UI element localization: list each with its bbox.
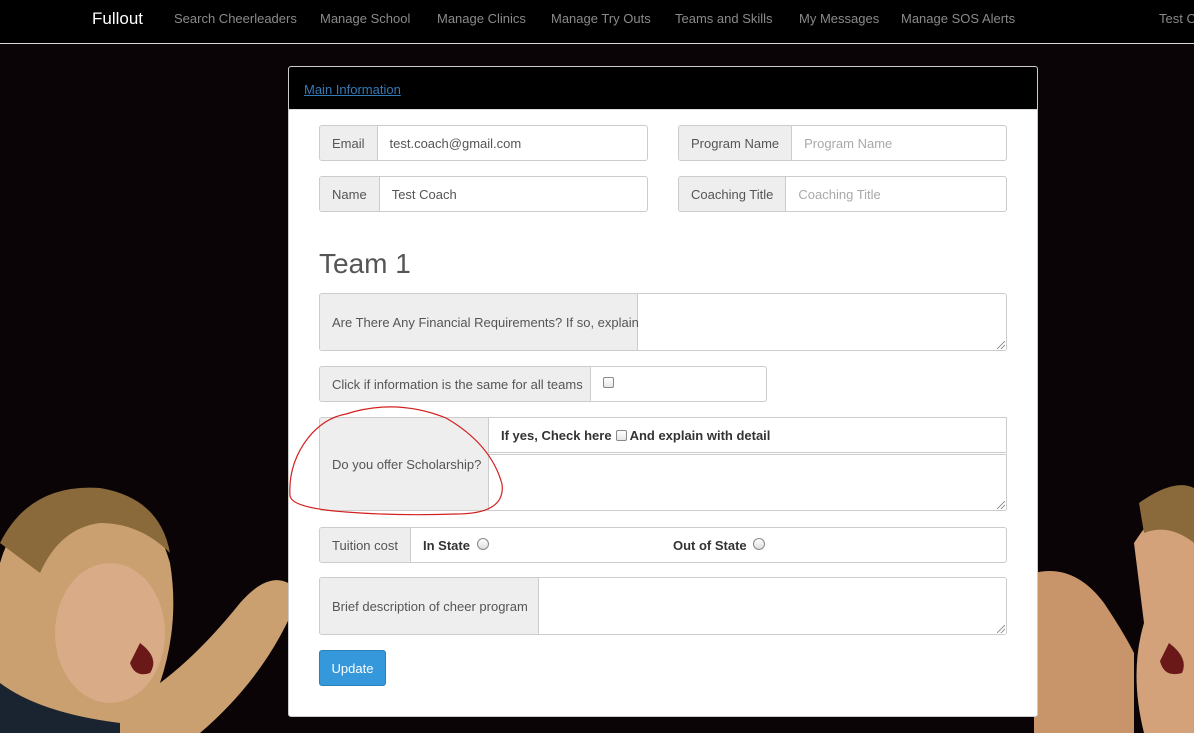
tuition-label: Tuition cost	[320, 528, 411, 562]
name-label: Name	[320, 177, 380, 211]
same-info-group: Click if information is the same for all…	[319, 366, 767, 402]
program-name-input[interactable]: Program Name	[792, 126, 1006, 160]
same-info-label: Click if information is the same for all…	[320, 367, 591, 401]
description-textarea[interactable]	[539, 578, 1006, 634]
nav-my-messages[interactable]: My Messages	[799, 11, 879, 26]
name-input[interactable]: Test Coach	[380, 177, 647, 211]
scholarship-check-post: And explain with detail	[629, 427, 771, 443]
cheerleader-right-image	[1034, 485, 1194, 733]
in-state-label: In State	[423, 538, 470, 553]
coaching-title-input[interactable]: Coaching Title	[786, 177, 1006, 211]
scholarship-group: Do you offer Scholarship? If yes, Check …	[319, 417, 1007, 511]
nav-teams-and-skills[interactable]: Teams and Skills	[675, 11, 773, 26]
main-information-panel: Main Information Email test.coach@gmail.…	[288, 66, 1038, 717]
financial-textarea[interactable]	[638, 294, 1006, 350]
email-label: Email	[320, 126, 378, 160]
out-of-state-radio[interactable]	[753, 538, 766, 550]
scholarship-checkbox[interactable]	[615, 429, 627, 441]
nav-manage-clinics[interactable]: Manage Clinics	[437, 11, 526, 26]
program-name-group: Program Name Program Name	[678, 125, 1007, 161]
email-input[interactable]: test.coach@gmail.com	[378, 126, 647, 160]
name-group: Name Test Coach	[319, 176, 648, 212]
resize-grip-icon[interactable]	[997, 341, 1005, 349]
coaching-title-label: Coaching Title	[679, 177, 787, 211]
resize-grip-icon[interactable]	[997, 625, 1005, 633]
scholarship-textarea[interactable]	[489, 454, 1007, 511]
same-info-checkbox[interactable]	[603, 377, 614, 388]
nav-manage-try-outs[interactable]: Manage Try Outs	[551, 11, 651, 26]
cheerleader-left-image	[0, 487, 300, 733]
out-of-state-label: Out of State	[673, 538, 747, 553]
description-label: Brief description of cheer program	[320, 578, 539, 634]
scholarship-label: Do you offer Scholarship?	[319, 417, 489, 511]
resize-grip-icon[interactable]	[997, 501, 1005, 509]
top-navbar: Fullout Search Cheerleaders Manage Schoo…	[0, 0, 1194, 44]
main-information-link[interactable]: Main Information	[304, 82, 401, 97]
email-group: Email test.coach@gmail.com	[319, 125, 648, 161]
nav-manage-school[interactable]: Manage School	[320, 11, 410, 26]
in-state-radio[interactable]	[476, 538, 489, 550]
panel-heading: Main Information	[289, 67, 1037, 110]
nav-user-menu[interactable]: Test Co	[1159, 11, 1194, 26]
brand-link[interactable]: Fullout	[92, 9, 143, 29]
nav-manage-sos-alerts[interactable]: Manage SOS Alerts	[901, 11, 1015, 26]
scholarship-check-row: If yes, Check here And explain with deta…	[489, 417, 1007, 453]
team-title: Team 1	[319, 248, 411, 279]
scholarship-check-pre: If yes, Check here	[501, 427, 612, 443]
program-name-label: Program Name	[679, 126, 793, 160]
coaching-title-group: Coaching Title Coaching Title	[678, 176, 1007, 212]
financial-label: Are There Any Financial Requirements? If…	[320, 294, 639, 350]
description-group: Brief description of cheer program	[319, 577, 1007, 635]
nav-search-cheerleaders[interactable]: Search Cheerleaders	[174, 11, 297, 26]
update-button[interactable]: Update	[319, 650, 386, 686]
financial-group: Are There Any Financial Requirements? If…	[319, 293, 1007, 351]
tuition-group: Tuition cost In State Out of State	[319, 527, 1007, 563]
